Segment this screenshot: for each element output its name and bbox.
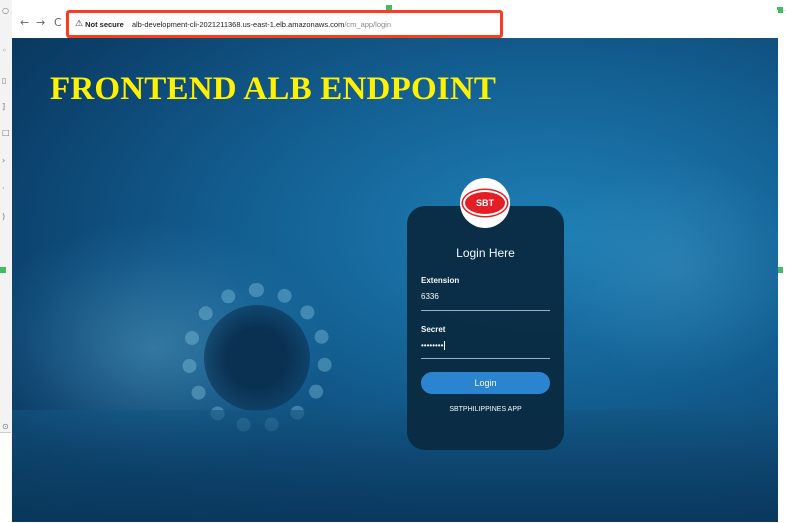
extension-input[interactable]: 6336: [421, 292, 439, 301]
reload-icon[interactable]: C: [54, 16, 62, 29]
gutter-marker: ·: [2, 184, 5, 193]
warning-icon: ⚠: [75, 19, 84, 29]
login-title: Login Here: [456, 246, 515, 260]
gutter-marker: ⊙: [2, 422, 9, 431]
secret-underline: [421, 358, 550, 359]
gutter-marker: □: [2, 128, 10, 137]
back-icon[interactable]: ←: [20, 16, 29, 29]
gutter-marker: ]: [2, 102, 6, 111]
security-status[interactable]: Not secure: [85, 20, 124, 29]
forward-icon[interactable]: →: [36, 16, 45, 29]
logo-text: SBT: [476, 198, 494, 208]
background-band: [12, 410, 778, 522]
url-field[interactable]: ⚠ Not secure alb-development-cli-2021211…: [66, 10, 503, 38]
gutter-marker: ›: [2, 156, 6, 165]
login-card: Login Here Extension 6336 Secret •••••••…: [407, 206, 564, 450]
gutter-panel: [0, 432, 11, 523]
url-path: /cm_app/login: [344, 19, 392, 29]
background-ring-core: [204, 305, 310, 411]
extension-label: Extension: [421, 276, 460, 285]
login-button[interactable]: Login: [421, 372, 550, 394]
secret-value: ••••••••: [421, 341, 444, 350]
page-headline: FRONTEND ALB ENDPOINT: [50, 71, 497, 107]
extension-underline: [421, 310, 550, 311]
page-viewport: FRONTEND ALB ENDPOINT Login Here Extensi…: [12, 38, 778, 522]
logo-badge: SBT: [463, 190, 507, 216]
app-name: SBTPHILIPPINES APP: [449, 406, 522, 413]
secret-input[interactable]: ••••••••: [421, 341, 446, 351]
background-swirl: [548, 158, 778, 378]
url-host: alb-development-cli-2021211368.us-east-1…: [131, 19, 345, 29]
gutter-marker: ○: [2, 6, 9, 15]
browser-address-bar: ← → C ⚠ Not secure alb-development-cli-2…: [12, 10, 778, 39]
gutter-marker: ): [2, 212, 6, 221]
gutter-marker: ◦: [2, 46, 7, 55]
sbt-logo: SBT: [460, 178, 510, 228]
selection-handle[interactable]: [0, 267, 6, 273]
text-caret: [444, 341, 446, 351]
secret-label: Secret: [421, 325, 446, 334]
gutter-marker: ▯: [2, 76, 7, 85]
